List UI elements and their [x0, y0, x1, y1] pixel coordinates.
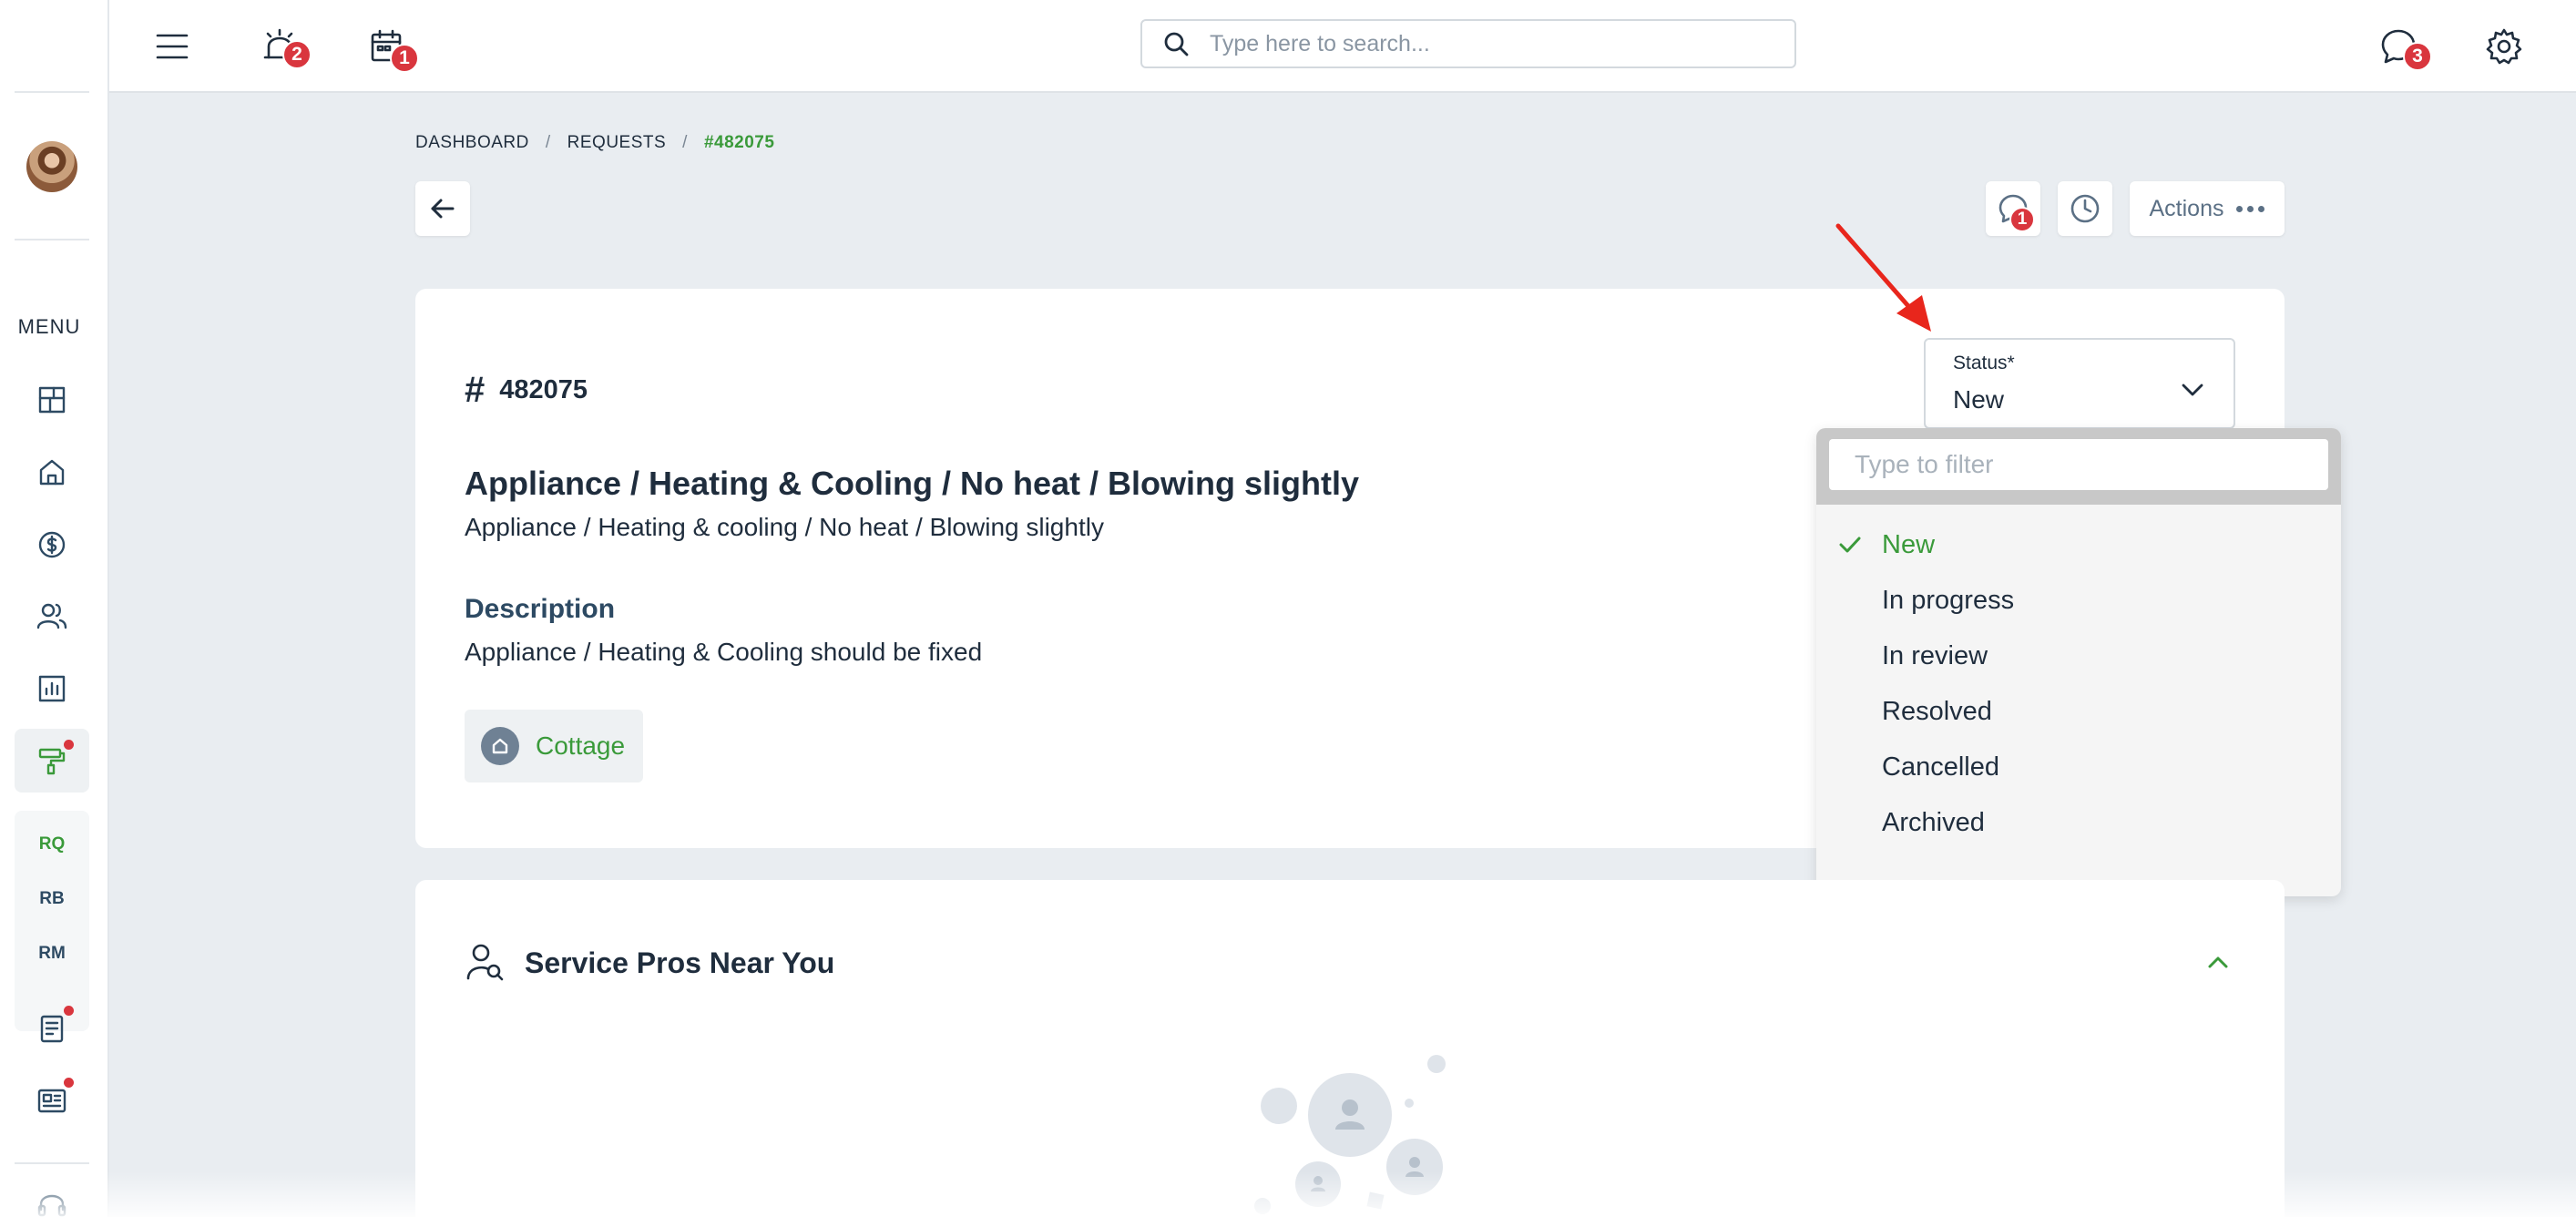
sidebar-sub-item-rb[interactable]: RB: [15, 889, 89, 909]
home-icon[interactable]: [28, 448, 76, 496]
actions-button[interactable]: Actions: [2130, 181, 2285, 236]
history-button[interactable]: [2058, 181, 2112, 236]
status-option-in-review[interactable]: In review: [1816, 629, 2341, 684]
notification-dot: [64, 740, 74, 750]
notification-dot: [64, 1078, 74, 1088]
sidebar-sub-item-rq[interactable]: RQ: [15, 834, 89, 854]
status-option-label: Archived: [1882, 808, 1985, 837]
status-option-new[interactable]: New: [1816, 517, 2341, 573]
alarm-bell-icon[interactable]: 2: [250, 16, 312, 77]
hamburger-menu-icon[interactable]: [142, 16, 202, 77]
calendar-icon[interactable]: 1: [357, 16, 419, 77]
status-value: New: [1953, 385, 2005, 414]
status-filter-input[interactable]: [1829, 439, 2328, 490]
back-button[interactable]: [415, 181, 470, 236]
clock-icon: [2070, 194, 2100, 223]
users-icon[interactable]: [28, 592, 76, 639]
status-option-archived[interactable]: Archived: [1816, 795, 2341, 851]
chevron-down-icon: [2182, 384, 2203, 396]
sidebar-sub-item-rm[interactable]: RM: [15, 944, 89, 964]
chat-icon[interactable]: 3: [2368, 16, 2432, 77]
dashboard-icon[interactable]: [28, 376, 76, 424]
status-option-resolved[interactable]: Resolved: [1816, 684, 2341, 740]
status-dropdown: New In progress In review Resolved Cance…: [1816, 428, 2341, 896]
home-icon: [481, 727, 519, 765]
empty-state-illustration: [1254, 1055, 1446, 1214]
chat-badge: 1: [2009, 207, 2035, 232]
breadcrumb-dashboard[interactable]: DASHBOARD: [415, 133, 529, 153]
search-icon: [1164, 32, 1189, 56]
hash-icon: #: [465, 370, 486, 410]
search-input[interactable]: [1210, 30, 1756, 57]
search-box[interactable]: [1140, 19, 1796, 68]
messages-badge: 3: [2403, 42, 2432, 71]
gear-icon[interactable]: [2474, 16, 2534, 77]
status-option-label: In review: [1882, 641, 1988, 670]
breadcrumb-separator: /: [682, 133, 688, 152]
divider: [15, 239, 89, 240]
headset-icon[interactable]: [28, 1181, 76, 1217]
dropdown-filter-area: [1816, 428, 2341, 505]
property-tag-label: Cottage: [536, 731, 626, 760]
status-option-label: Cancelled: [1882, 752, 1999, 782]
property-tag[interactable]: Cottage: [465, 710, 643, 782]
notification-dot: [64, 1006, 74, 1016]
report-icon[interactable]: [28, 665, 76, 712]
calendar-badge: 1: [390, 44, 419, 73]
service-pros-title: Service Pros Near You: [525, 946, 835, 979]
divider: [15, 91, 89, 93]
breadcrumb-current: #482075: [703, 133, 775, 152]
request-number-value: 482075: [499, 375, 588, 404]
annotation-arrow-icon: [1835, 223, 1931, 332]
chat-button[interactable]: 1: [1986, 181, 2040, 236]
notifications-badge: 2: [282, 40, 312, 69]
status-option-in-progress[interactable]: In progress: [1816, 573, 2341, 629]
description-label: Description: [465, 594, 616, 624]
breadcrumb: DASHBOARD / REQUESTS / #482075: [415, 133, 774, 153]
breadcrumb-separator: /: [545, 133, 551, 152]
status-label: Status*: [1953, 353, 2015, 373]
request-title: Appliance / Heating & Cooling / No heat …: [465, 465, 1360, 502]
description-text: Appliance / Heating & Cooling should be …: [465, 638, 983, 666]
more-dots-icon: [2236, 205, 2265, 212]
status-option-label: In progress: [1882, 586, 2015, 615]
sidebar: MENU RQ RB RM: [0, 0, 109, 1217]
actions-label: Actions: [2149, 195, 2224, 221]
avatar[interactable]: [26, 141, 77, 192]
request-subtitle: Appliance / Heating & cooling / No heat …: [465, 513, 1104, 541]
status-option-label: New: [1882, 530, 1936, 559]
arrow-left-icon: [431, 199, 455, 219]
breadcrumb-requests[interactable]: REQUESTS: [567, 133, 667, 153]
status-select[interactable]: Status* New: [1924, 338, 2235, 429]
request-number: # 482075: [465, 370, 588, 411]
top-bar: 2 1 3: [109, 0, 2576, 93]
status-option-label: Resolved: [1882, 697, 1992, 726]
check-icon: [1839, 537, 1861, 553]
chevron-up-icon[interactable]: [2204, 949, 2232, 977]
divider: [15, 1162, 89, 1164]
status-options-list: New In progress In review Resolved Cance…: [1816, 505, 2341, 851]
status-option-cancelled[interactable]: Cancelled: [1816, 740, 2341, 795]
menu-label: MENU: [17, 315, 81, 338]
dollar-icon[interactable]: [28, 521, 76, 568]
user-search-icon: [465, 942, 505, 982]
